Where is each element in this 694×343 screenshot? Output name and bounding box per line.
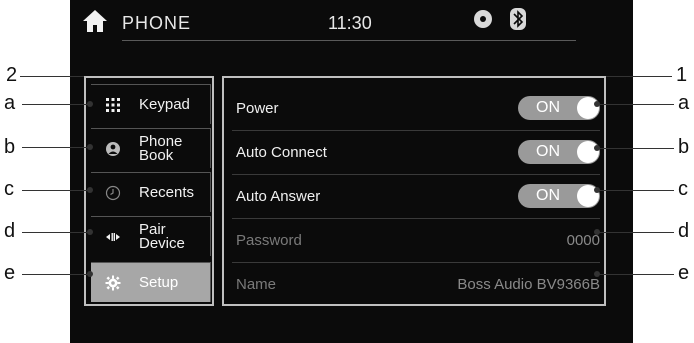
sidebar-item-label: Keypad bbox=[139, 96, 190, 113]
callout-line bbox=[596, 232, 674, 233]
callout-line bbox=[22, 104, 90, 105]
callout-right-e: e bbox=[678, 262, 690, 284]
callout-left-d: d bbox=[4, 220, 16, 242]
callout-1: 1 bbox=[676, 64, 688, 86]
callout-dot bbox=[87, 144, 93, 150]
clock: 11:30 bbox=[328, 13, 372, 33]
callout-right-b: b bbox=[678, 136, 690, 158]
bluetooth-icon bbox=[510, 8, 526, 30]
callout-right-c: c bbox=[678, 178, 688, 200]
toggle-state: ON bbox=[536, 99, 560, 116]
callout-2: 2 bbox=[6, 64, 18, 86]
callout-dot bbox=[87, 187, 93, 193]
setting-label: Auto Connect bbox=[236, 143, 327, 161]
callout-left-c: c bbox=[4, 178, 14, 200]
sidebar-item-label: Phone Book bbox=[139, 133, 183, 164]
sidebar-item-keypad[interactable]: Keypad bbox=[91, 84, 211, 124]
callout-line bbox=[22, 147, 90, 148]
callout-line bbox=[596, 104, 674, 105]
password-value: 0000 bbox=[566, 231, 600, 249]
app-title: PHONE bbox=[122, 13, 192, 33]
callout-line bbox=[22, 232, 90, 233]
disc-icon bbox=[474, 10, 492, 28]
setting-row-name[interactable]: Name Boss Audio BV9366B bbox=[232, 262, 600, 306]
sidebar-item-phone-book[interactable]: Phone Book bbox=[91, 128, 211, 168]
top-bar: PHONE 11:30 bbox=[70, 0, 633, 46]
settings-panel: Power ON Auto Connect ON Auto Answer ON … bbox=[222, 76, 606, 306]
sidebar-item-label: Pair Device bbox=[139, 221, 185, 252]
callout-dot bbox=[594, 187, 600, 193]
clock-icon bbox=[105, 185, 121, 201]
callout-right-d: d bbox=[678, 220, 690, 242]
home-icon[interactable] bbox=[82, 9, 108, 33]
setting-row-auto-connect[interactable]: Auto Connect ON bbox=[232, 130, 600, 175]
sidebar-item-recents[interactable]: Recents bbox=[91, 172, 211, 212]
toggle-state: ON bbox=[536, 143, 560, 160]
callout-dot bbox=[594, 101, 600, 107]
callout-dot bbox=[87, 229, 93, 235]
setting-label: Power bbox=[236, 99, 279, 117]
callout-line bbox=[22, 274, 90, 275]
header-divider bbox=[122, 40, 576, 41]
setting-row-password[interactable]: Password 0000 bbox=[232, 218, 600, 263]
toggle-state: ON bbox=[536, 187, 560, 204]
sidebar-item-label: Setup bbox=[139, 274, 179, 291]
callout-dot bbox=[594, 229, 600, 235]
callout-line bbox=[596, 190, 674, 191]
keypad-icon bbox=[106, 98, 120, 112]
auto-connect-toggle[interactable]: ON bbox=[518, 140, 600, 164]
setting-label: Auto Answer bbox=[236, 187, 321, 205]
phonebook-icon bbox=[106, 142, 120, 156]
callout-dot bbox=[87, 271, 93, 277]
callout-right-a: a bbox=[678, 92, 690, 114]
callout-dot bbox=[87, 101, 93, 107]
callout-dot bbox=[594, 145, 600, 151]
sidebar: Keypad Phone Book Recents Pair Device Se… bbox=[84, 76, 214, 306]
gear-icon bbox=[105, 275, 121, 291]
setting-label: Password bbox=[236, 231, 302, 249]
setting-row-auto-answer[interactable]: Auto Answer ON bbox=[232, 174, 600, 219]
sidebar-item-label: Recents bbox=[139, 184, 195, 201]
sidebar-item-pair-device[interactable]: Pair Device bbox=[91, 216, 211, 256]
sidebar-item-setup[interactable]: Setup bbox=[91, 262, 211, 302]
callout-dot bbox=[594, 271, 600, 277]
callout-line bbox=[596, 274, 674, 275]
device-name-value: Boss Audio BV9366B bbox=[457, 275, 600, 293]
power-toggle[interactable]: ON bbox=[518, 96, 600, 120]
auto-answer-toggle[interactable]: ON bbox=[518, 184, 600, 208]
callout-line bbox=[20, 76, 84, 77]
callout-line bbox=[596, 148, 674, 149]
pair-icon bbox=[106, 233, 120, 241]
callout-line bbox=[22, 190, 90, 191]
setting-label: Name bbox=[236, 275, 277, 293]
callout-left-a: a bbox=[4, 92, 16, 114]
setting-row-power[interactable]: Power ON bbox=[232, 86, 600, 131]
callout-left-b: b bbox=[4, 136, 16, 158]
callout-left-e: e bbox=[4, 262, 16, 284]
callout-line bbox=[606, 76, 672, 77]
